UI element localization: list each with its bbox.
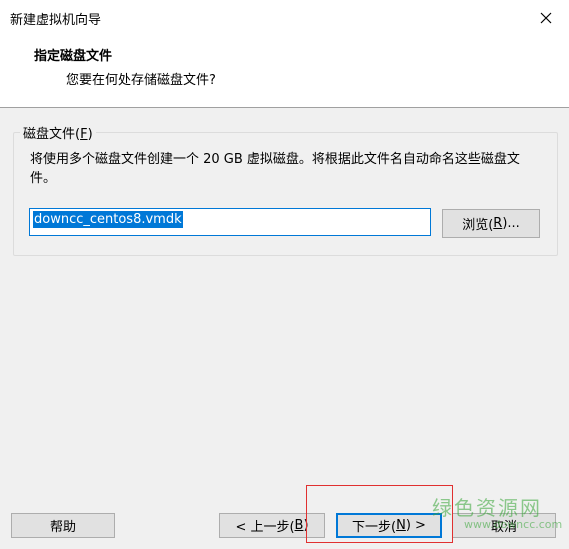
disk-file-value: downcc_centos8.vmdk (33, 211, 183, 228)
close-icon (540, 12, 552, 23)
cancel-button[interactable]: 取消 (452, 513, 556, 538)
help-button[interactable]: 帮助 (11, 513, 115, 538)
wizard-header: 指定磁盘文件 您要在何处存储磁盘文件? (0, 35, 569, 108)
title-bar: 新建虚拟机向导 (0, 0, 569, 35)
browse-button[interactable]: 浏览(R)... (442, 209, 540, 238)
page-subtitle: 您要在何处存储磁盘文件? (66, 73, 216, 88)
disk-file-input[interactable]: downcc_centos8.vmdk (29, 208, 431, 236)
close-button[interactable] (523, 0, 569, 35)
disk-file-description: 将使用多个磁盘文件创建一个 20 GB 虚拟磁盘。将根据此文件名自动命名这些磁盘… (30, 152, 520, 186)
window-title: 新建虚拟机向导 (10, 13, 102, 28)
page-title: 指定磁盘文件 (34, 49, 113, 64)
disk-file-group-label: 磁盘文件(F) (20, 123, 96, 142)
back-button[interactable]: < 上一步(B) (219, 513, 325, 538)
next-button[interactable]: 下一步(N) > (336, 513, 442, 538)
